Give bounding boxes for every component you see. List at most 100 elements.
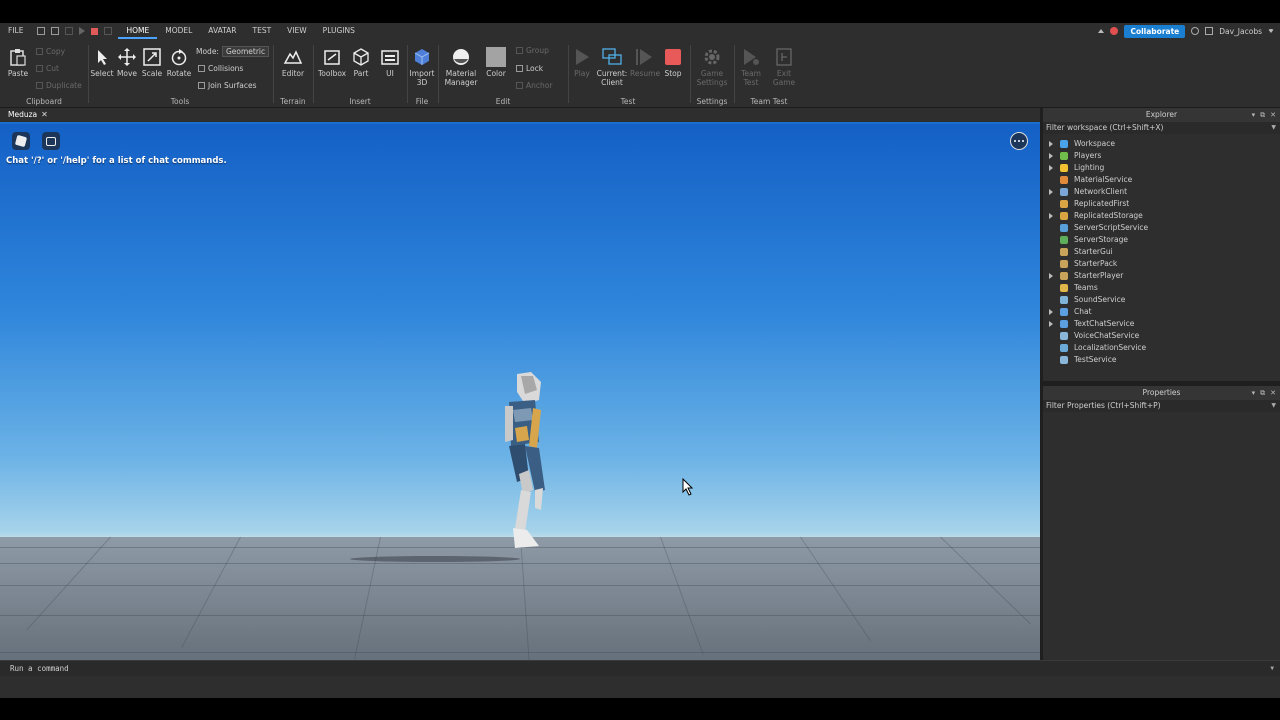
new-file-icon[interactable] [37,27,46,35]
explorer-item[interactable]: TestService [1043,354,1280,366]
explorer-item[interactable]: Teams [1043,282,1280,294]
command-input[interactable]: Run a command [10,664,69,673]
close-tab-icon[interactable]: ✕ [41,108,48,122]
expand-arrow-icon[interactable] [1049,153,1053,159]
tab-test[interactable]: TEST [245,23,280,39]
username-label[interactable]: Dav_Jacobs [1219,27,1262,36]
filter-dropdown-icon[interactable]: ▼ [1271,400,1276,412]
roblox-menu-icon[interactable] [12,132,30,150]
explorer-item[interactable]: VoiceChatService [1043,330,1280,342]
lock-button[interactable]: Lock [516,64,543,73]
command-bar[interactable]: Run a command ▼ [0,660,1280,676]
toolbox-button[interactable]: Toolbox [318,47,346,78]
join-surfaces-checkbox[interactable] [198,82,205,89]
game-settings-button[interactable]: Game Settings [696,47,728,87]
move-button[interactable]: Move [113,47,141,78]
popout-icon[interactable]: ⧉ [1260,108,1265,122]
filter-dropdown-icon[interactable]: ▼ [1271,122,1276,134]
document-tab[interactable]: Meduza ✕ [4,108,52,122]
dropdown-icon[interactable]: ▾ [1252,386,1256,400]
explorer-item[interactable]: MaterialService [1043,174,1280,186]
exit-game-button[interactable]: Exit Game [770,47,798,87]
undo-icon[interactable] [104,27,113,35]
tab-home[interactable]: HOME [118,23,158,39]
select-button[interactable]: Select [88,47,116,78]
close-icon[interactable]: ✕ [1270,108,1276,122]
dropdown-icon[interactable]: ▾ [1252,108,1256,122]
part-button[interactable]: Part [347,47,375,78]
explorer-filter-input[interactable]: Filter workspace (Ctrl+Shift+X) ▼ [1043,122,1280,134]
duplicate-button[interactable]: Duplicate [36,81,82,90]
paste-button[interactable]: Paste [4,47,32,78]
expand-arrow-icon[interactable] [1049,189,1053,195]
explorer-item[interactable]: ServerScriptService [1043,222,1280,234]
expand-arrow-icon[interactable] [1049,309,1053,315]
explorer-item[interactable]: NetworkClient [1043,186,1280,198]
expand-arrow-icon[interactable] [1049,273,1053,279]
game-viewport[interactable]: Chat '/?' or '/help' for a list of chat … [0,122,1040,660]
explorer-item[interactable]: SoundService [1043,294,1280,306]
explorer-item[interactable]: StarterPlayer [1043,270,1280,282]
current-client-button[interactable]: Current: Client [596,47,628,87]
collisions-toggle[interactable]: Collisions [198,64,243,73]
player-character[interactable] [495,370,555,552]
close-icon[interactable]: ✕ [1270,386,1276,400]
tab-avatar[interactable]: AVATAR [200,23,244,39]
expand-arrow-icon[interactable] [1049,321,1053,327]
explorer-item[interactable]: Chat [1043,306,1280,318]
import-3d-button[interactable]: Import 3D [408,47,436,87]
collaborate-button[interactable]: Collaborate [1124,24,1186,38]
stop-quick-icon[interactable] [91,27,99,35]
stop-button[interactable]: Stop [659,47,687,78]
play-quick-icon[interactable] [79,27,86,35]
tab-model[interactable]: MODEL [157,23,200,39]
properties-filter-input[interactable]: Filter Properties (Ctrl+Shift+P) ▼ [1043,400,1280,412]
collapse-ribbon-icon[interactable] [1098,29,1105,33]
explorer-item[interactable]: ServerStorage [1043,234,1280,246]
popout-icon[interactable]: ⧉ [1260,386,1265,400]
explorer-item[interactable]: Workspace [1043,138,1280,150]
ui-button[interactable]: UI [376,47,404,78]
mode-selector[interactable]: Mode: Geometric [196,46,270,57]
explorer-item-label: NetworkClient [1074,187,1128,196]
copy-button[interactable]: Copy [36,47,65,56]
cut-button[interactable]: Cut [36,64,59,73]
material-manager-button[interactable]: Material Manager [444,47,478,87]
file-menu[interactable]: FILE [0,23,31,39]
rotate-button[interactable]: Rotate [165,47,193,78]
team-test-button[interactable]: Team Test [737,47,765,87]
explorer-item[interactable]: StarterPack [1043,258,1280,270]
resume-button[interactable]: Resume [630,47,660,78]
group-button[interactable]: Group [516,46,549,55]
help-icon[interactable] [1191,27,1200,35]
command-dropdown-icon[interactable]: ▼ [1270,661,1274,676]
terrain-editor-button[interactable]: Editor [279,47,307,78]
collisions-checkbox[interactable] [198,65,205,72]
scale-button[interactable]: Scale [138,47,166,78]
explorer-item[interactable]: ReplicatedStorage [1043,210,1280,222]
play-button[interactable]: Play [568,47,596,78]
explorer-item[interactable]: Players [1043,150,1280,162]
expand-arrow-icon[interactable] [1049,165,1053,171]
notification-icon[interactable] [1110,27,1119,35]
color-button[interactable]: Color [482,47,510,78]
explorer-item[interactable]: Lighting [1043,162,1280,174]
tab-view[interactable]: VIEW [279,23,315,39]
open-file-icon[interactable] [51,27,60,35]
expand-arrow-icon[interactable] [1049,213,1053,219]
tab-plugins[interactable]: PLUGINS [315,23,363,39]
tools-label: Tools [170,97,190,106]
redo-icon[interactable] [65,27,74,35]
explorer-item[interactable]: LocalizationService [1043,342,1280,354]
explorer-item[interactable]: TextChatService [1043,318,1280,330]
explorer-item[interactable]: StarterGui [1043,246,1280,258]
anchor-button[interactable]: Anchor [516,81,552,90]
expand-arrow-icon[interactable] [1049,141,1053,147]
account-menu-icon[interactable] [1268,29,1274,33]
more-options-icon[interactable] [1010,132,1028,150]
chat-icon[interactable] [42,132,60,150]
join-surfaces-toggle[interactable]: Join Surfaces [198,81,257,90]
share-icon[interactable] [1205,27,1214,35]
explorer-item[interactable]: ReplicatedFirst [1043,198,1280,210]
mode-dropdown[interactable]: Geometric [221,46,270,57]
